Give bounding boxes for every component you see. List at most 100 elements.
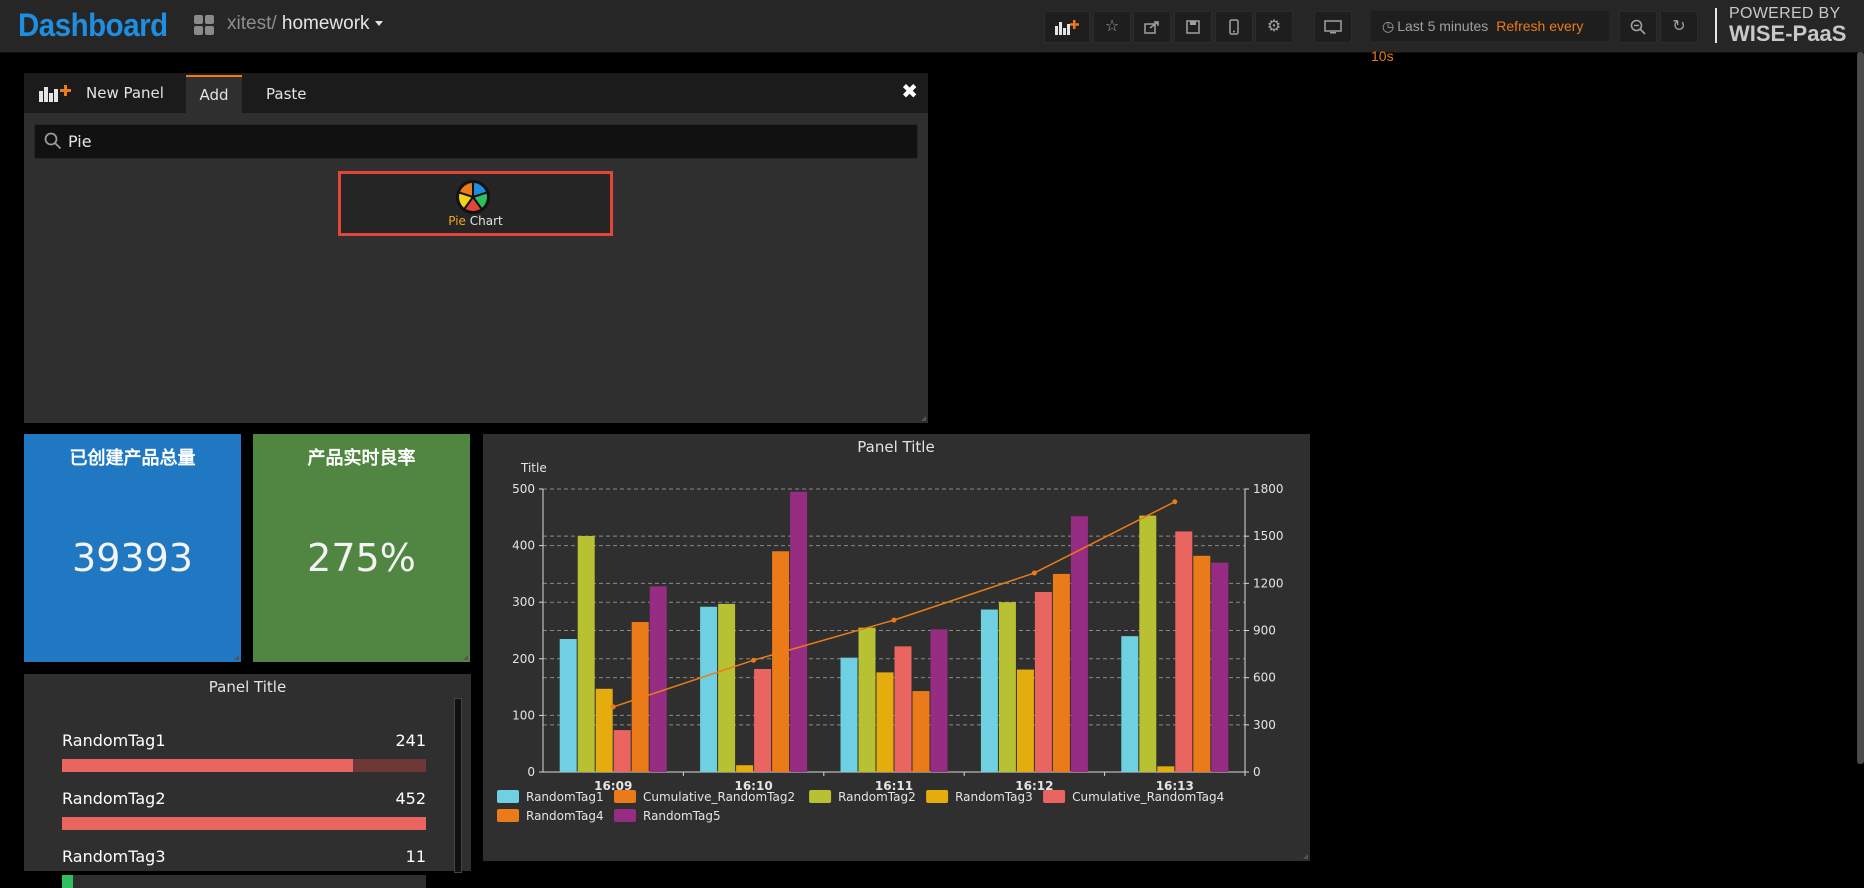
close-icon[interactable]: ✖ bbox=[901, 79, 918, 103]
bar-gauge-name: RandomTag3 bbox=[62, 847, 166, 866]
brand-logo[interactable]: Dashboard bbox=[18, 7, 168, 44]
share-icon bbox=[1144, 20, 1159, 34]
breadcrumb-dashboard[interactable]: homework bbox=[282, 13, 370, 34]
panel-resize-handle[interactable] bbox=[1303, 854, 1308, 859]
share-button[interactable] bbox=[1133, 11, 1171, 43]
bar bbox=[930, 629, 948, 772]
breadcrumb-folder[interactable]: xitest/ bbox=[227, 13, 277, 34]
line-point bbox=[891, 617, 897, 623]
powered-by-text: POWERED BY bbox=[1729, 5, 1841, 22]
pie-chart-result[interactable]: Pie Chart bbox=[338, 171, 613, 236]
y-tick-label: 200 bbox=[512, 652, 535, 666]
legend-swatch bbox=[614, 809, 636, 822]
dashboard-grid-icon[interactable] bbox=[194, 15, 215, 36]
bar bbox=[858, 627, 876, 772]
panel-search-input[interactable] bbox=[68, 125, 898, 158]
panel-scrollbar[interactable] bbox=[454, 698, 462, 873]
add-panel-dialog: New Panel Add Paste ✖ Pie Chart bbox=[24, 73, 928, 423]
bar bbox=[894, 646, 912, 772]
bar-gauge-track bbox=[62, 759, 426, 772]
bar-line-chart: Panel Title Title 0 300 600 900 1200 1500 1800 0 1… bbox=[497, 438, 1284, 823]
panel-search-box[interactable] bbox=[34, 124, 918, 159]
bar bbox=[700, 606, 718, 772]
y-tick-label: 0 bbox=[527, 765, 535, 779]
legend-label: Cumulative_RandomTag2 bbox=[643, 790, 795, 804]
stat-panel-yield-rate[interactable]: 产品实时良率 275% bbox=[253, 434, 470, 662]
y2-tick-label: 1500 bbox=[1253, 529, 1284, 543]
tv-mode-button[interactable] bbox=[1314, 11, 1352, 43]
bar bbox=[736, 765, 754, 772]
pie-chart-icon bbox=[456, 180, 490, 214]
legend-swatch bbox=[926, 790, 949, 803]
bar-gauge-track bbox=[62, 875, 426, 888]
bar-gauge-fill bbox=[62, 759, 354, 772]
refresh-button[interactable]: ↻ bbox=[1660, 11, 1698, 43]
bar bbox=[1016, 669, 1034, 772]
legend-label: RandomTag3 bbox=[955, 790, 1033, 804]
legend-label: RandomTag2 bbox=[838, 790, 916, 804]
stat-panel-total-products[interactable]: 已创建产品总量 39393 bbox=[24, 434, 241, 662]
bar bbox=[718, 603, 736, 772]
time-range-label[interactable]: Last 5 minutes bbox=[1397, 18, 1488, 34]
search-icon bbox=[44, 132, 62, 150]
tab-paste[interactable]: Paste bbox=[266, 75, 307, 113]
panel-resize-handle[interactable] bbox=[921, 416, 926, 421]
add-panel-button[interactable] bbox=[1044, 11, 1090, 43]
save-button[interactable] bbox=[1174, 11, 1212, 43]
legend-swatch bbox=[497, 809, 519, 822]
legend-swatch bbox=[497, 790, 519, 803]
y2-tick-label: 0 bbox=[1253, 765, 1261, 779]
bar-gauge-panel[interactable]: Panel Title RandomTag1 241 RandomTag2 45… bbox=[24, 674, 471, 888]
bar-gauge-value: 11 bbox=[405, 847, 426, 866]
bar bbox=[912, 691, 930, 772]
bar bbox=[631, 622, 649, 772]
zoom-out-icon bbox=[1630, 19, 1646, 35]
zoom-out-button[interactable] bbox=[1619, 11, 1657, 43]
y2-tick-label: 1800 bbox=[1253, 482, 1284, 496]
new-panel-icon bbox=[39, 85, 71, 102]
bar bbox=[1157, 766, 1175, 772]
stat-title: 已创建产品总量 bbox=[69, 448, 196, 469]
y2-tick-label: 600 bbox=[1253, 671, 1276, 685]
bar bbox=[790, 491, 808, 772]
bar-gauge-name: RandomTag1 bbox=[62, 731, 166, 750]
legend-label: RandomTag5 bbox=[643, 809, 721, 823]
chart-title: Panel Title bbox=[857, 438, 934, 456]
panel-resize-handle[interactable] bbox=[234, 655, 239, 660]
dashboard-breadcrumb[interactable]: xitest/ homework bbox=[227, 13, 383, 35]
legend-label: RandomTag1 bbox=[526, 790, 604, 804]
y-tick-label: 400 bbox=[512, 539, 535, 553]
chevron-down-icon bbox=[374, 21, 383, 27]
star-icon: ☆ bbox=[1104, 16, 1120, 35]
bar-gauge-value: 241 bbox=[395, 731, 426, 750]
bar bbox=[1211, 562, 1229, 772]
mobile-view-button[interactable] bbox=[1215, 11, 1253, 43]
bar bbox=[1052, 573, 1070, 772]
powered-by-logo: POWERED BY WISE-PaaS bbox=[1729, 6, 1846, 45]
pie-chart-label-rest: Chart bbox=[465, 214, 503, 228]
bar bbox=[772, 551, 790, 772]
settings-button[interactable]: ⚙ bbox=[1255, 11, 1293, 43]
bar-gauge-fill bbox=[62, 875, 73, 888]
add-panel-icon bbox=[1055, 19, 1079, 35]
star-button[interactable]: ☆ bbox=[1093, 11, 1131, 43]
legend-swatch bbox=[1043, 790, 1066, 803]
panel-resize-handle[interactable] bbox=[463, 655, 468, 660]
bar bbox=[649, 586, 667, 772]
page-scrollbar[interactable] bbox=[1857, 52, 1864, 764]
bar bbox=[998, 602, 1016, 772]
bar-gauge-name: RandomTag2 bbox=[62, 789, 166, 808]
line-point bbox=[610, 704, 616, 710]
y-tick-label: 300 bbox=[512, 595, 535, 609]
legend-label: RandomTag4 bbox=[526, 809, 604, 823]
y-tick-label: 500 bbox=[512, 482, 535, 496]
chart-panel[interactable]: Panel Title Title 0 300 600 900 1200 1500 1800 0 1… bbox=[483, 434, 1310, 861]
gear-icon: ⚙ bbox=[1266, 16, 1282, 35]
bar bbox=[980, 609, 998, 772]
bar bbox=[754, 668, 772, 772]
time-picker[interactable]: ◷ Last 5 minutes Refresh every 10s bbox=[1371, 11, 1609, 64]
panel-title[interactable]: Panel Title bbox=[24, 678, 471, 696]
line-point bbox=[751, 657, 757, 663]
tab-add[interactable]: Add bbox=[186, 75, 242, 115]
bar bbox=[1175, 531, 1193, 772]
